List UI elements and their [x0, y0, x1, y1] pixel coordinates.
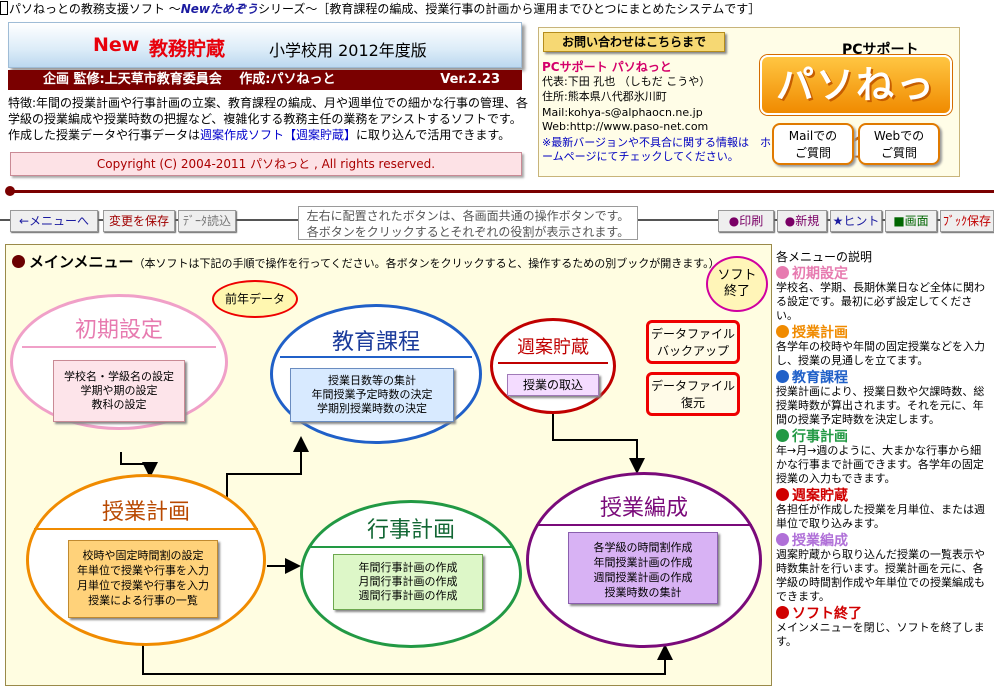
sidebar-item-heading: 週案貯蔵 [776, 488, 992, 503]
data-backup-button[interactable]: データファイル バックアップ [646, 320, 740, 364]
prev-year-data-button[interactable]: 前年データ [212, 280, 298, 318]
load-data-button[interactable]: ﾃﾞｰﾀ読込 [178, 210, 236, 232]
sidebar-item-name: 授業計画 [792, 325, 848, 341]
sidebar-item-heading: 授業編成 [776, 533, 992, 548]
title-prefix: パソねっとの教務支援ソフト ～ [9, 2, 181, 16]
sidebar-item-name: 授業編成 [792, 533, 848, 549]
shuan-rule [498, 362, 608, 364]
sidebar-title: 各メニューの説明 [776, 250, 873, 264]
shoki-title: 初期設定 [74, 318, 163, 343]
bullet-icon [776, 325, 789, 338]
header-divider [10, 190, 994, 193]
sidebar-item-desc: 各学年の校時や年間の固定授業などを入力し、授業の見通しを立てます。 [776, 340, 985, 367]
window-title-bar: パソねっとの教務支援ソフト ～Newためぞうシリーズ～［教育課程の編成、授業行事… [0, 0, 994, 18]
contact-address: 住所:熊本県八代郡氷川町 [542, 90, 667, 103]
sidebar-item-desc: 学校名、学期、長期休業日など全体に関わる設定です。最初に必ず設定してください。 [776, 281, 985, 322]
mail-question-button[interactable]: Mailでの ご質問 [772, 123, 854, 165]
toolbar-info-line1: 左右に配置されたボタンは、各画面共通の操作ボタンです。 [306, 209, 630, 223]
version-label: Ver.2.23 [440, 72, 500, 87]
contact-web: Web:http://www.paso-net.com [542, 120, 709, 133]
kyoiku-title: 教育課程 [331, 330, 420, 355]
kyoiku-items: 授業日数等の集計 年間授業予定時数の決定 学期別授業時数の決定 [290, 368, 454, 422]
gyoji-title: 行事計画 [366, 518, 455, 543]
sidebar-item-name: 初期設定 [792, 266, 848, 282]
shoki-rule [22, 346, 216, 348]
jugyo-items: 校時や固定時間割の設定 年単位で授業や行事を入力 月単位で授業や行事を入力 授業… [68, 540, 218, 618]
sidebar-item-desc: 週案貯蔵から取り込んだ授業の一覧表示や時数集計を行います。授業計画を元に、各学級… [776, 548, 985, 603]
sidebar-item-name: 教育課程 [792, 370, 848, 386]
shuan-title: 週案貯蔵 [517, 337, 589, 358]
hensei-rule [536, 524, 752, 526]
shuan-software-link[interactable]: 週案作成ソフト【週案貯蔵】 [200, 128, 356, 142]
contact-notice: ※最新バージョンや不具合に関する情報は ホームページにてチェックしてください。 [542, 136, 771, 163]
app-description: 特徴:年間の授業計画や行事計画の立案、教育課程の編成、月や週単位での細かな行事の… [8, 95, 530, 143]
sidebar-item-desc: 授業計画により、授業日数や欠課時数、総授業時数が算出されます。それを元に、年間の… [776, 385, 985, 426]
sidebar-item-heading: ソフト終了 [776, 606, 992, 621]
hint-button[interactable]: ★ヒント [830, 210, 882, 232]
sidebar-item-desc: 各担任が作成した授業を月単位、または週単位で取り込みます。 [776, 503, 985, 530]
hensei-items: 各学級の時間割作成 年間授業計画の作成 週間授業計画の作成 授業時数の集計 [568, 532, 718, 604]
credit-bar: 企画 監修:上天草市教育委員会 作成:パソねっと Ver.2.23 [8, 70, 522, 90]
bullet-icon [776, 266, 789, 279]
web-question-button[interactable]: Webでの ご質問 [858, 123, 940, 165]
pasonet-logo: PCサポート パソねっと [760, 37, 952, 163]
new-button[interactable]: ●新規 [777, 210, 827, 232]
sidebar-item-heading: 初期設定 [776, 266, 992, 281]
shoki-items: 学校名・学級名の設定 学期や期の設定 教科の設定 [53, 360, 185, 422]
toolbar-info: 左右に配置されたボタンは、各画面共通の操作ボタンです。 各ボタンをクリックすると… [298, 206, 638, 240]
gyoji-rule [308, 546, 514, 548]
jugyo-title: 授業計画 [101, 500, 190, 525]
contact-mail: Mail:kohya-s@alphaocn.ne.jp [542, 106, 703, 119]
new-label: New [93, 34, 140, 56]
description-text-end: に取り込んで活用できます。 [356, 128, 511, 142]
gyoji-items: 年間行事計画の作成 月間行事計画の作成 週間行事計画の作成 [333, 554, 483, 610]
bullet-icon [776, 533, 789, 546]
sidebar-item-name: ソフト終了 [792, 606, 862, 622]
title-suffix: シリーズ～［教育課程の編成、授業行事の計画から運用までひとつにまとめたシステムで… [257, 2, 761, 16]
menu-description-sidebar: 各メニューの説明 初期設定 学校名、学期、長期休業日など全体に関わる設定です。最初… [776, 250, 992, 650]
contact-header: お問い合わせはこちらまで [543, 32, 725, 52]
contact-org: PCサポート パソねっと [542, 60, 672, 74]
sidebar-item-heading: 行事計画 [776, 429, 992, 444]
kyoiku-rule [280, 356, 472, 358]
bullet-icon [776, 488, 789, 501]
sidebar-item-heading: 授業計画 [776, 325, 992, 340]
contact-rep: 代表:下田 孔也 （しもだ こうや） [542, 75, 711, 88]
app-edition: 小学校用 2012年度版 [269, 41, 427, 60]
back-to-menu-button[interactable]: ←メニューへ [10, 210, 98, 232]
app-title-banner: New 教務貯蔵 小学校用 2012年度版 [8, 22, 522, 68]
print-button[interactable]: ●印刷 [718, 210, 774, 232]
credit-text: 企画 監修:上天草市教育委員会 作成:パソねっと [43, 72, 336, 87]
shuan-items: 授業の取込 [507, 374, 599, 396]
cell-cursor-icon [0, 1, 8, 15]
title-series-brand: Newためぞう [180, 2, 258, 16]
logo-big-text: パソねっと [760, 55, 952, 163]
jugyo-rule [34, 528, 258, 530]
app-name: 教務貯蔵 [149, 38, 226, 60]
data-restore-button[interactable]: データファイル 復元 [646, 372, 740, 416]
screen-button[interactable]: ■画面 [885, 210, 937, 232]
hensei-title: 授業編成 [599, 496, 688, 521]
save-changes-button[interactable]: 変更を保存 [103, 210, 175, 232]
common-toolbar: ←メニューへ 変更を保存 ﾃﾞｰﾀ読込 左右に配置されたボタンは、各画面共通の操… [0, 206, 994, 240]
bullet-icon [776, 606, 789, 619]
quit-software-button[interactable]: ソフト 終了 [706, 256, 768, 312]
sidebar-item-heading: 教育課程 [776, 370, 992, 385]
sidebar-item-desc: 年→月→週のように、大まかな行事から細かな行事まで計画できます。各学年の固定授業… [776, 444, 984, 485]
bullet-icon [776, 429, 789, 442]
bullet-icon [776, 370, 789, 383]
copyright-bar: Copyright (C) 2004-2011 パソねっと , All righ… [10, 152, 522, 176]
sidebar-item-name: 週案貯蔵 [792, 488, 848, 504]
toolbar-info-line2: 各ボタンをクリックするとそれぞれの役割が表示されます。 [306, 225, 630, 239]
sidebar-item-desc: メインメニューを閉じ、ソフトを終了します。 [776, 621, 985, 648]
book-save-button[interactable]: ﾌﾞｯｸ保存 [940, 210, 994, 232]
sidebar-item-name: 行事計画 [792, 429, 848, 445]
